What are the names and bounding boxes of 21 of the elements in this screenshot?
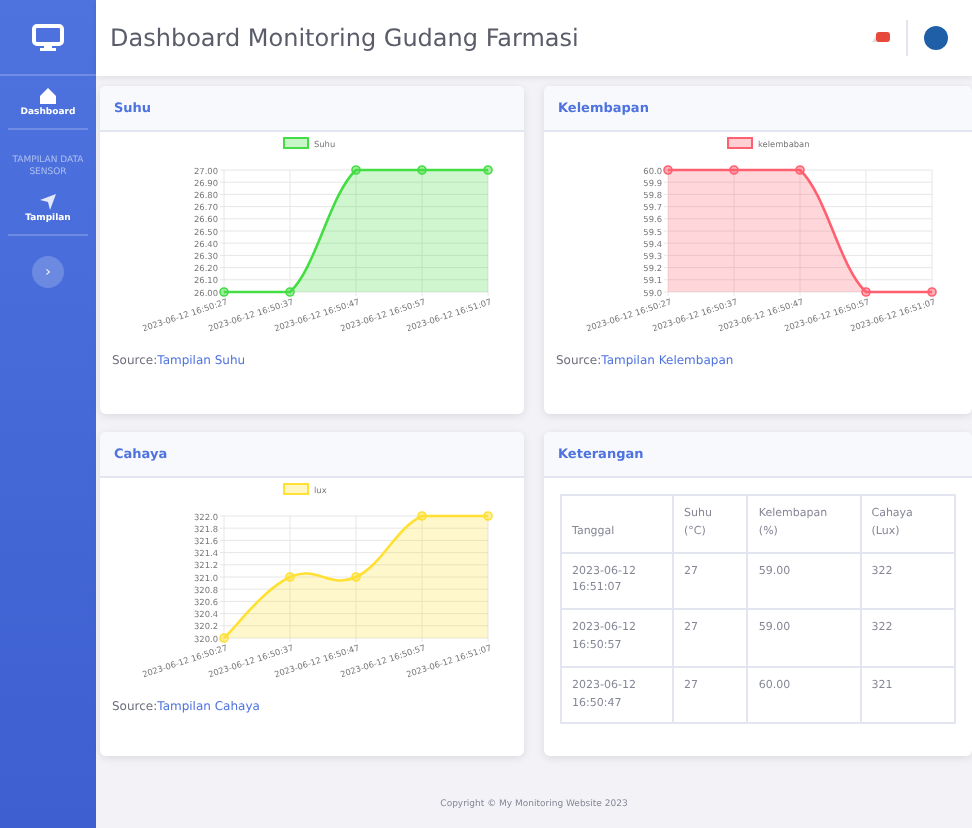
data-point	[219, 633, 229, 643]
data-point	[927, 287, 937, 297]
monitor-icon[interactable]	[32, 23, 64, 51]
data-point	[417, 165, 427, 175]
avatar[interactable]	[924, 26, 948, 50]
data-point	[351, 572, 361, 582]
data-point	[483, 165, 493, 175]
notification-icon[interactable]	[870, 30, 890, 46]
data-point	[795, 165, 805, 175]
data-point	[219, 287, 229, 297]
data-point	[729, 165, 739, 175]
data-point	[417, 511, 427, 521]
data-point	[285, 287, 295, 297]
page-title: Dashboard Monitoring Gudang Farmasi	[110, 24, 579, 52]
data-point	[483, 511, 493, 521]
data-point	[351, 165, 361, 175]
data-point	[285, 572, 295, 582]
data-point	[861, 287, 871, 297]
data-point	[663, 165, 673, 175]
home-icon	[37, 86, 58, 106]
paper-plane-icon	[37, 191, 58, 212]
